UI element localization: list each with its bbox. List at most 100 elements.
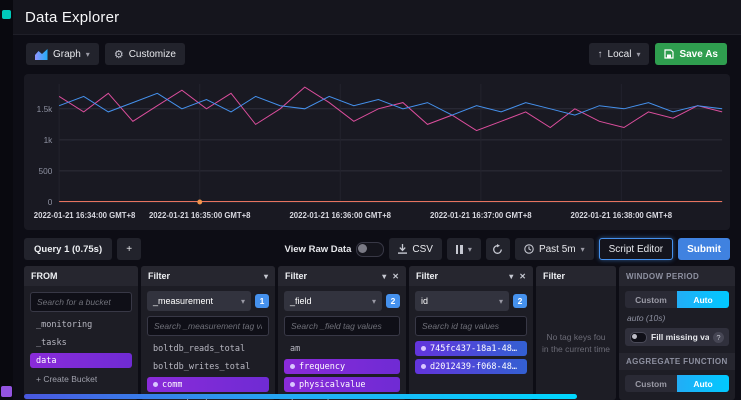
bucket-list-item[interactable]: + Create Bucket [30, 371, 132, 386]
svg-text:2022-01-21 16:37:00 GMT+8: 2022-01-21 16:37:00 GMT+8 [430, 211, 532, 220]
tag-key-dropdown[interactable]: id ▾ [415, 291, 509, 311]
filter-panel-header: Filter ▾ [141, 266, 275, 286]
svg-text:1k: 1k [44, 135, 54, 145]
tag-value-item[interactable]: frequency [284, 359, 400, 374]
fill-missing-values-toggle[interactable] [630, 332, 647, 343]
selected-count-badge: 2 [386, 294, 400, 308]
save-as-button[interactable]: Save As [655, 43, 727, 65]
line-chart[interactable]: 1.5k1k50002022-01-21 16:34:00 GMT+82022-… [26, 76, 728, 228]
close-icon[interactable]: ✕ [392, 272, 399, 281]
view-type-label: Graph [53, 49, 81, 60]
add-query-button[interactable]: + [117, 238, 141, 260]
tag-value-item[interactable]: boltdb_reads_total [147, 341, 269, 356]
user-avatar[interactable] [1, 386, 12, 397]
script-editor-button[interactable]: Script Editor [599, 238, 673, 260]
tag-value-item[interactable]: d2012439-f068-4842-bfef-8… [415, 359, 527, 374]
measurement-list: boltdb_reads_total boltdb_writes_total c… [141, 341, 275, 400]
bucket-list-item[interactable]: _monitoring [30, 317, 132, 332]
window-custom-button[interactable]: Custom [625, 291, 677, 308]
submit-label: Submit [687, 244, 721, 255]
pause-icon [456, 245, 463, 254]
time-range-dropdown[interactable]: Past 5m ▾ [515, 238, 594, 260]
tag-key-dropdown[interactable]: _field ▾ [284, 291, 382, 311]
field-list: am frequency physicalvalue temperature [278, 341, 406, 400]
fill-missing-values-row[interactable]: Fill missing values ? [625, 328, 729, 346]
influxdb-logo-icon[interactable] [2, 10, 11, 19]
view-toolbar: Graph ▾ ⚙ Customize ↑ Local ▾ [15, 43, 735, 65]
empty-filter-message: No tag keys fou in the current time [536, 286, 616, 400]
tag-key-label: _measurement [153, 296, 213, 306]
chevron-down-icon[interactable]: ▾ [509, 272, 513, 281]
aggregate-function-header: AGGREGATE FUNCTION [619, 353, 735, 370]
refresh-button[interactable] [486, 238, 510, 260]
svg-text:2022-01-21 16:35:00 GMT+8: 2022-01-21 16:35:00 GMT+8 [149, 211, 251, 220]
svg-text:2022-01-21 16:34:00 GMT+8: 2022-01-21 16:34:00 GMT+8 [34, 211, 136, 220]
query-builder: FROM _monitoring _tasks data [24, 266, 735, 400]
bucket-search-input[interactable] [30, 292, 132, 312]
tag-value-item[interactable]: boltdb_writes_total [147, 359, 269, 374]
chevron-down-icon[interactable]: ▾ [382, 272, 386, 281]
bucket-list: _monitoring _tasks data + Create Bucket [24, 317, 138, 400]
local-dropdown[interactable]: ↑ Local ▾ [589, 43, 650, 65]
aggregate-custom-button[interactable]: Custom [625, 375, 677, 392]
fill-missing-values-label: Fill missing values [651, 332, 709, 342]
filter-title: Filter [285, 271, 307, 281]
time-range-label: Past 5m [539, 244, 576, 255]
tag-key-label: _field [290, 296, 312, 306]
graph-panel[interactable]: 1.5k1k50002022-01-21 16:34:00 GMT+82022-… [24, 74, 730, 230]
filter-title: Filter [148, 271, 170, 281]
bucket-list-item[interactable]: _tasks [30, 335, 132, 350]
save-icon [664, 49, 674, 59]
tag-value-item[interactable]: comm [147, 377, 269, 392]
window-auto-value: auto (10s) [625, 313, 729, 323]
tag-key-dropdown[interactable]: _measurement ▾ [147, 291, 251, 311]
view-type-dropdown[interactable]: Graph ▾ [26, 43, 99, 65]
svg-text:2022-01-21 16:38:00 GMT+8: 2022-01-21 16:38:00 GMT+8 [571, 211, 673, 220]
view-raw-data-label: View Raw Data [284, 244, 351, 255]
field-search-input[interactable] [284, 316, 400, 336]
selected-dot-icon [290, 382, 295, 387]
page-title: Data Explorer [25, 9, 119, 26]
aggregate-segmented: Custom Auto [625, 375, 729, 392]
tag-value-item[interactable]: 745fc437-18a1-48d7-98a6-7… [415, 341, 527, 356]
window-auto-button[interactable]: Auto [677, 291, 729, 308]
measurement-search-input[interactable] [147, 316, 269, 336]
pause-button[interactable]: ▾ [447, 238, 481, 260]
svg-text:0: 0 [48, 197, 53, 207]
id-search-input[interactable] [415, 316, 527, 336]
window-period-segmented: Custom Auto [625, 291, 729, 308]
upload-arrow-icon: ↑ [598, 49, 603, 60]
customize-button[interactable]: ⚙ Customize [105, 43, 185, 65]
csv-label: CSV [412, 244, 433, 255]
tag-value-item[interactable]: physicalvalue [284, 377, 400, 392]
save-as-label: Save As [679, 49, 718, 60]
from-title: FROM [31, 271, 58, 281]
svg-text:2022-01-21 16:36:00 GMT+8: 2022-01-21 16:36:00 GMT+8 [289, 211, 391, 220]
tag-value-item[interactable]: am [284, 341, 400, 356]
selected-dot-icon [153, 382, 158, 387]
aggregate-auto-button[interactable]: Auto [677, 375, 729, 392]
tag-key-label: id [421, 296, 428, 306]
filter-panel-field: Filter ▾ ✕ _field ▾ 2 [278, 266, 406, 400]
selected-count-badge: 1 [255, 294, 269, 308]
bucket-list-item[interactable]: data [30, 353, 132, 368]
chevron-down-icon: ▾ [636, 50, 640, 59]
close-icon[interactable]: ✕ [519, 272, 526, 281]
query-tab[interactable]: Query 1 (0.75s) [24, 238, 112, 260]
svg-text:1.5k: 1.5k [37, 104, 53, 114]
query-toolbar: Query 1 (0.75s) + View Raw Data CSV ▾ [24, 238, 730, 260]
clock-icon [524, 244, 534, 254]
help-icon[interactable]: ? [713, 332, 724, 343]
horizontal-scrollbar[interactable] [24, 394, 577, 399]
submit-button[interactable]: Submit [678, 238, 730, 260]
window-period-panel: WINDOW PERIOD Custom Auto auto (10s) Fil… [619, 266, 735, 400]
download-csv-button[interactable]: CSV [389, 238, 442, 260]
view-raw-data-toggle[interactable] [356, 242, 384, 257]
window-period-title: WINDOW PERIOD [626, 272, 699, 281]
main-content: Data Explorer Graph ▾ ⚙ Customize [13, 0, 741, 400]
chevron-down-icon[interactable]: ▾ [264, 272, 268, 281]
filter-panel-header: Filter [536, 266, 616, 286]
local-label: Local [608, 49, 632, 60]
left-nav-rail[interactable] [0, 0, 13, 400]
filter-title: Filter [416, 271, 438, 281]
